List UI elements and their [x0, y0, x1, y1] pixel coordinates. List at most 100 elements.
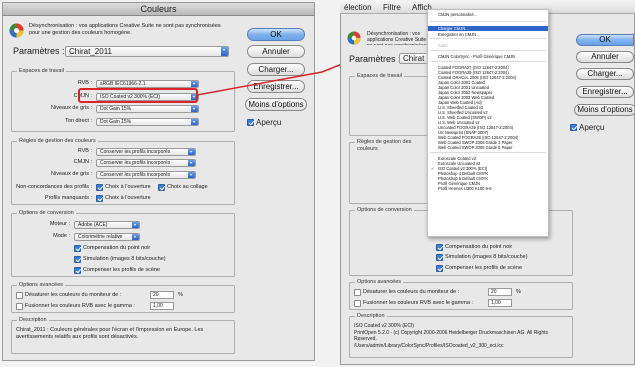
desaturate-input[interactable]: 20 [488, 288, 512, 296]
menu-item[interactable]: Web Coated SWOP 2006 Grade 5 Paper [428, 145, 548, 150]
menu-item[interactable]: Profil Hermes U300 K100 9-5 [428, 186, 548, 191]
spot-workspace-value: Dot Gain 15% [100, 119, 132, 125]
mismatch-label: Non-concordances des profils : [16, 184, 92, 190]
compensate-checkbox[interactable] [74, 267, 81, 274]
gray-label: Niveaux de gris : [51, 105, 92, 111]
rvb-workspace-select[interactable]: sRGB IEC61966-2.1 [96, 80, 199, 88]
ok-button[interactable]: OK [247, 28, 305, 41]
chevron-down-icon [191, 106, 198, 112]
conversion-title: Options de conversion [355, 207, 414, 214]
menu-item[interactable]: CMJN personnalisé... [428, 12, 548, 17]
workspaces-group: Espaces de travail [349, 73, 429, 136]
ask-open-label: Choix à l'ouverture [105, 184, 151, 190]
preview-checkbox[interactable] [570, 124, 577, 131]
advanced-title: Options avancées [17, 282, 66, 289]
desaturate-unit: % [516, 289, 521, 295]
settings-dropdown[interactable]: Chirat_2011 [65, 46, 229, 57]
menu-item-label: Enregistrer en CMJN... [438, 32, 480, 37]
missing-ask-checkbox[interactable] [96, 195, 103, 202]
menubar-item-selection[interactable]: élection [344, 3, 372, 12]
compensate-checkbox[interactable] [436, 265, 443, 272]
gray-workspace-select[interactable]: Dot Gain 15% [96, 105, 199, 113]
gray-workspace-value: Dot Gain 15% [100, 106, 132, 112]
ask-open-checkbox[interactable] [96, 184, 103, 191]
menu-item[interactable]: Charger CMJN... [428, 26, 548, 31]
policy-rvb-select[interactable]: Conserver les profils incorporés [96, 148, 196, 156]
menu-item[interactable]: Enregistrer en CMJN... [428, 32, 548, 37]
menu-item-label: Autre [438, 43, 448, 48]
desaturate-checkbox[interactable] [16, 292, 23, 299]
missing-label: Profils manquants : [44, 195, 92, 201]
settings-value: Chirat [403, 54, 425, 63]
settings-label: Paramètres : [349, 54, 401, 64]
menu-separator [430, 21, 546, 22]
sync-warning-icon [9, 23, 24, 38]
mode-label: Mode : [53, 233, 70, 239]
menubar-item-filter[interactable]: Filtre [383, 3, 401, 12]
blend-input[interactable]: 1,00 [150, 302, 174, 310]
dither-label: Simulation (images 8 bits/couche) [445, 254, 528, 260]
preview-label: Aperçu [256, 118, 282, 127]
blend-checkbox[interactable] [16, 303, 23, 310]
menu-item-label: Charger CMJN... [438, 26, 469, 31]
description-title: Description [17, 317, 49, 324]
policy-cmjn-label: CMJN : [73, 159, 92, 165]
menu-item-label: Profil Hermes U300 K100 9-5 [438, 186, 492, 191]
blend-checkbox[interactable] [354, 300, 361, 307]
chevron-down-icon [188, 149, 195, 155]
menu-separator [430, 152, 546, 153]
desaturate-checkbox[interactable] [354, 289, 361, 296]
color-settings-dialog: Couleurs Désynchronisation : vos applica… [2, 2, 315, 361]
dither-checkbox[interactable] [74, 256, 81, 263]
bpc-checkbox[interactable] [436, 244, 443, 251]
cancel-button[interactable]: Annuler [247, 45, 305, 58]
policies-title: Règles de gestion des couleurs [355, 139, 429, 153]
dither-checkbox[interactable] [436, 254, 443, 261]
mode-select[interactable]: Colorimétrie relative [74, 233, 140, 241]
advanced-group: Options avancées Désaturer les couleurs … [349, 279, 573, 310]
load-button[interactable]: Charger... [247, 63, 305, 76]
menu-separator [430, 50, 546, 51]
fewer-options-button[interactable]: Moins d'options [245, 98, 307, 111]
fewer-options-button[interactable]: Moins d'options [574, 104, 634, 116]
cancel-button[interactable]: Annuler [576, 51, 634, 63]
menu-item[interactable]: CMJN ColorSync - Profil Générique CMJN [428, 54, 548, 59]
menu-item-label: CMJN ColorSync - Profil Générique CMJN [438, 54, 516, 59]
bpc-checkbox[interactable] [74, 245, 81, 252]
policies-group: Règles de gestion des couleurs [349, 139, 429, 204]
save-button[interactable]: Enregistrer... [576, 86, 634, 98]
ask-paste-label: Choix au collage [167, 184, 208, 190]
chevron-down-icon [191, 119, 198, 125]
description-title: Description [355, 313, 387, 320]
save-button[interactable]: Enregistrer... [247, 80, 305, 93]
engine-value: Adobe (ACE) [78, 222, 108, 228]
rvb-label: RVB : [77, 80, 92, 86]
spot-workspace-select[interactable]: Dot Gain 15% [96, 118, 199, 126]
menu-separator [430, 61, 546, 62]
desaturate-input[interactable]: 20 [150, 291, 174, 299]
policy-gray-label: Niveaux de gris : [51, 171, 92, 177]
missing-ask-label: Choix à l'ouverture [105, 195, 151, 201]
policy-gray-select[interactable]: Conserver les profils incorporés [96, 171, 196, 179]
dialog-titlebar: Couleurs [3, 3, 314, 16]
desaturate-label: Désaturer les couleurs du moniteur de : [363, 289, 460, 295]
blend-input[interactable]: 1,00 [488, 299, 512, 307]
policy-cmjn-select[interactable]: Conserver les profils incorporés [96, 159, 196, 167]
ask-paste-checkbox[interactable] [158, 184, 165, 191]
preview-checkbox[interactable] [247, 119, 254, 126]
chevron-down-icon [221, 47, 228, 56]
dialog-title: Couleurs [140, 4, 177, 14]
blend-label: Fusionner les couleurs RVB avec le gamma… [25, 303, 135, 309]
cmjn-profile-menu: CMJN personnalisé... Charger CMJN... Enreg… [427, 9, 549, 237]
ok-button[interactable]: OK [576, 34, 634, 46]
settings-dropdown[interactable]: Chirat [399, 53, 427, 64]
description-group: Description ISO Coated v2 300% (ECI) Pri… [349, 313, 573, 358]
compensate-label: Compenser les profils de scène [83, 267, 161, 273]
advanced-group: Options avancées Désaturer les couleurs … [11, 282, 235, 313]
load-button[interactable]: Charger... [576, 68, 634, 80]
engine-label: Moteur : [49, 221, 70, 227]
engine-select[interactable]: Adobe (ACE) [74, 221, 140, 229]
policy-gray-value: Conserver les profils incorporés [100, 172, 171, 178]
bpc-label: Compensation du point noir [83, 245, 151, 251]
chevron-down-icon [132, 234, 139, 240]
